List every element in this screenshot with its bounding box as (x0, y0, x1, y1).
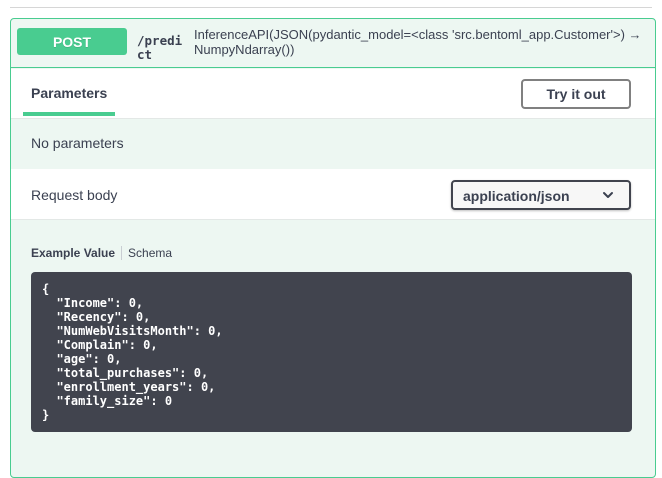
active-tab-indicator (23, 112, 115, 116)
tab-schema[interactable]: Schema (128, 246, 172, 260)
model-tabs: Example Value Schema (31, 246, 172, 260)
content-type-value: application/json (463, 188, 570, 204)
method-badge: POST (17, 28, 127, 55)
endpoint-post-predict: POST /predict InferenceAPI(JSON(pydantic… (10, 18, 656, 478)
parameters-header: Parameters Try it out (11, 69, 655, 119)
example-value-code: { "Income": 0, "Recency": 0, "NumWebVisi… (31, 272, 632, 432)
endpoint-summary[interactable]: POST /predict InferenceAPI(JSON(pydantic… (11, 19, 655, 68)
no-parameters-text: No parameters (31, 135, 124, 151)
tab-parameters[interactable]: Parameters (31, 85, 107, 101)
tab-separator (121, 246, 123, 260)
request-body-label: Request body (31, 187, 118, 203)
endpoint-description: InferenceAPI(JSON(pydantic_model=<class … (194, 27, 642, 57)
chevron-down-icon (603, 192, 613, 198)
content-type-select[interactable]: application/json (451, 180, 631, 210)
try-it-out-button[interactable]: Try it out (521, 79, 631, 109)
divider (10, 7, 652, 8)
endpoint-path: /predict (137, 33, 183, 62)
tab-example-value[interactable]: Example Value (31, 246, 115, 260)
request-body-header: Request body application/json (11, 169, 655, 220)
